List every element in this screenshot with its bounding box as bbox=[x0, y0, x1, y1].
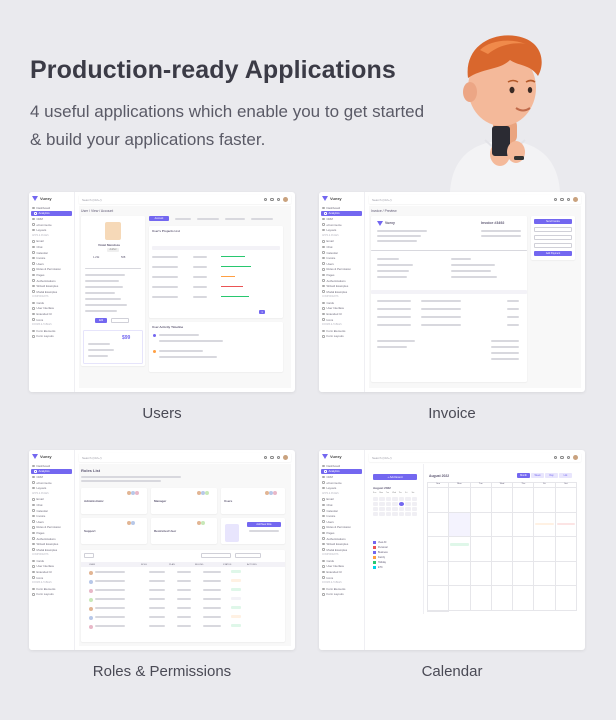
users-label: Users bbox=[142, 405, 182, 422]
person-with-phone-illustration bbox=[450, 35, 560, 192]
sidebar: Vuexy Dashboard Analytics CRM eCommerce … bbox=[29, 450, 75, 650]
users-app-screenshot[interactable]: Vuexy Dashboard Analytics CRM eCommerce … bbox=[29, 192, 295, 392]
sidebar: Vuexy Dashboard Analytics CRM eCommerce … bbox=[29, 192, 75, 392]
month-grid[interactable]: Sun Mon Tue Wed Thu Fri Sat bbox=[427, 482, 577, 612]
sidebar: Vuexy Dashboard Analytics CRM eCommerce … bbox=[319, 192, 365, 392]
calendar-label: Calendar bbox=[421, 663, 483, 680]
roles-permissions-label: Roles & Permissions bbox=[92, 663, 232, 680]
hero-subtitle: 4 useful applications which enable you t… bbox=[30, 102, 425, 149]
mini-calendar[interactable]: Sun Mon Tue Wed Thu Fri Sat bbox=[373, 492, 417, 516]
invoice-label: Invoice bbox=[428, 405, 476, 422]
roles-permissions-app-screenshot[interactable]: Vuexy Dashboard Analytics CRM eCommerce … bbox=[29, 450, 295, 650]
invoice-app-screenshot[interactable]: Vuexy Dashboard Analytics CRM eCommerce … bbox=[319, 192, 585, 392]
hero-title: Production-ready Applications bbox=[30, 56, 396, 84]
sidebar: Vuexy Dashboard Analytics CRM eCommerce … bbox=[319, 450, 365, 650]
calendar-app-screenshot[interactable]: Vuexy Dashboard Analytics CRM eCommerce … bbox=[319, 450, 585, 650]
